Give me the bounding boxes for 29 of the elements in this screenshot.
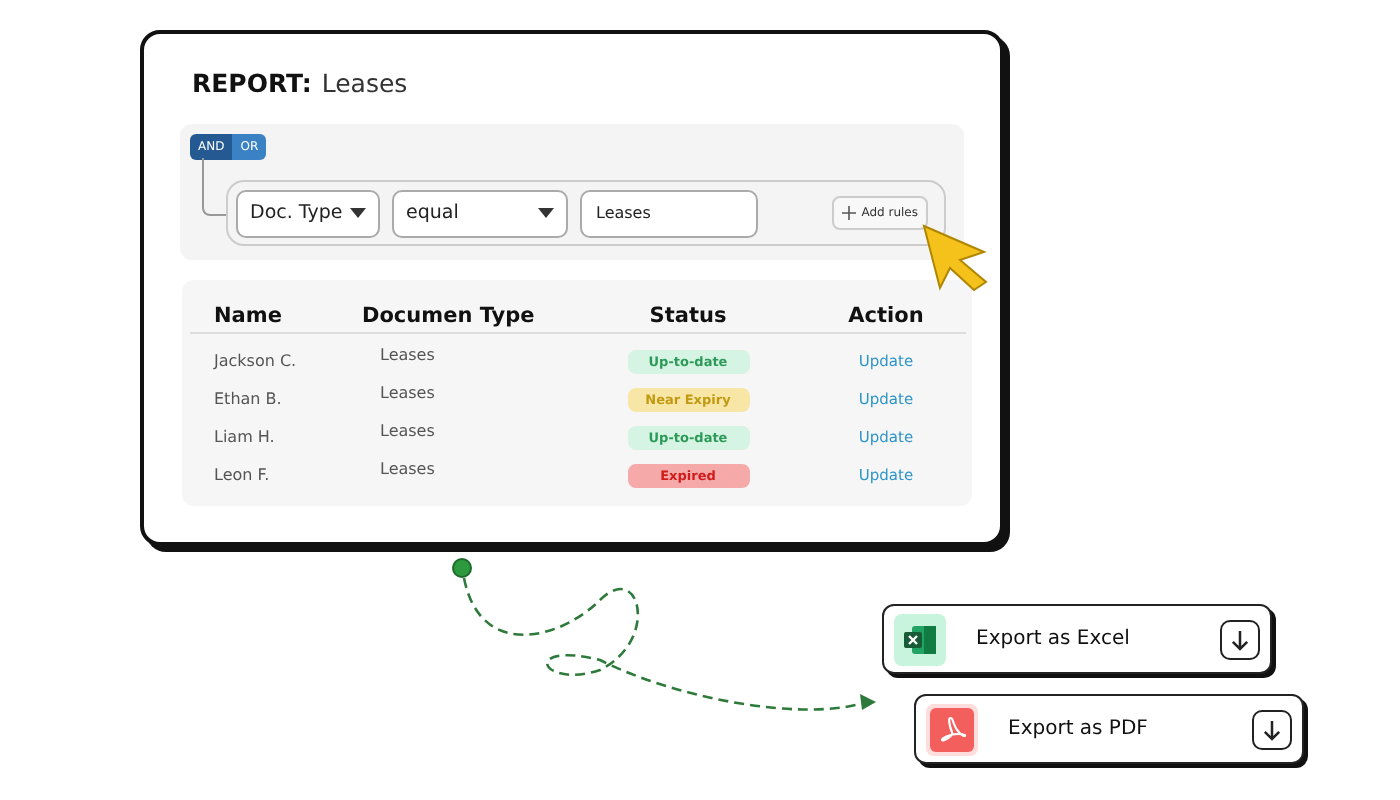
table-cell-text: Leon F. [214, 464, 272, 488]
cursor-icon [922, 224, 988, 292]
spreadsheet-icon [904, 623, 936, 655]
document-icon [930, 707, 974, 751]
download-icon [1252, 709, 1292, 749]
download-icon [1220, 619, 1260, 659]
export-button[interactable]: Export as PDF [914, 694, 1304, 764]
table-cell-text: Jackson C. [214, 350, 299, 374]
table-cell-text: Leases [378, 344, 437, 368]
report-label: REPORT: [192, 68, 312, 98]
report-title: Leases [321, 68, 408, 98]
value-input[interactable]: Leases [580, 189, 758, 237]
field-dropdown[interactable]: Doc. Type [236, 189, 380, 237]
column-header: Action [846, 302, 926, 332]
table-cell-text: Leases [378, 382, 437, 406]
export-button[interactable]: Export as Excel [882, 604, 1272, 674]
connector-line [202, 158, 228, 216]
operator-dropdown[interactable]: equal [392, 189, 568, 237]
caret-icon [538, 208, 554, 218]
table-cell-text: Leases [378, 420, 437, 444]
start-dot [452, 558, 472, 578]
plus-icon [841, 206, 856, 220]
caret-icon [350, 208, 366, 218]
table-cell-text: Liam H. [214, 426, 277, 450]
table-cell-text: Ethan B. [214, 388, 284, 412]
column-header: Status [647, 302, 729, 332]
column-header: Documen Type [362, 302, 537, 332]
column-header: Name [214, 302, 284, 332]
table-cell-text: Leases [378, 458, 437, 482]
